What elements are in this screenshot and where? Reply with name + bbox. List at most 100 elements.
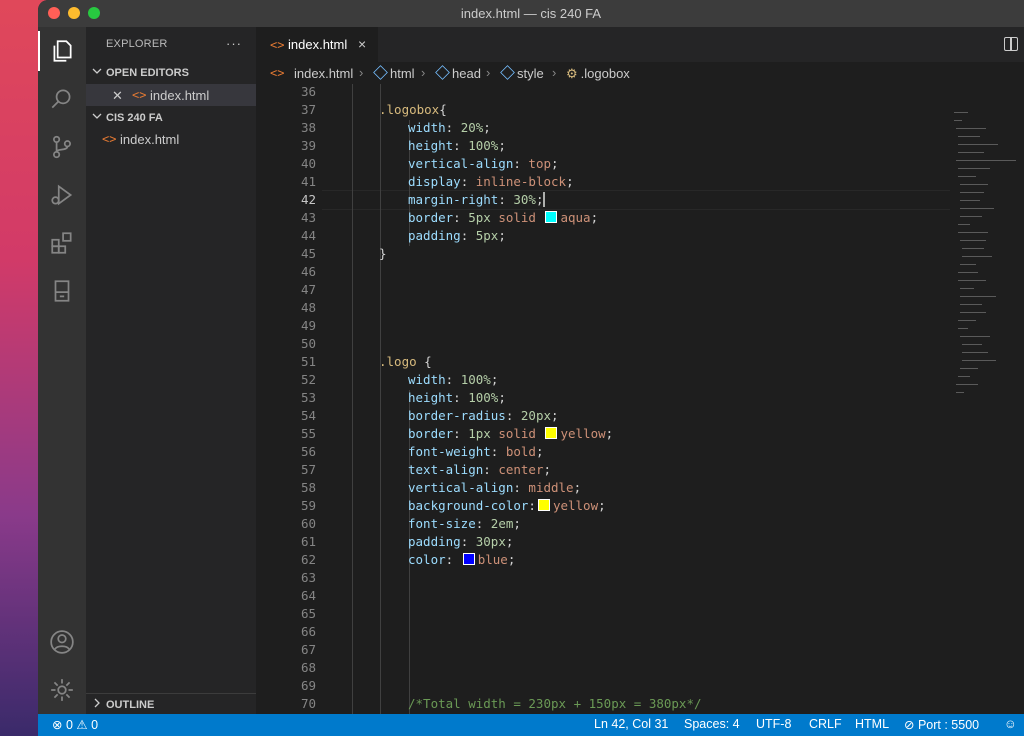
text-cursor (543, 192, 545, 207)
language-mode[interactable]: HTML (855, 717, 889, 731)
search-activity[interactable] (38, 79, 86, 119)
line-number: 55 (300, 426, 316, 441)
indentation-setting[interactable]: Spaces: 4 (684, 717, 740, 731)
eol-setting[interactable]: CRLF (809, 717, 842, 731)
line-number: 62 (300, 552, 316, 567)
remote-explorer-icon (54, 280, 70, 302)
code-line: width: 20%; (408, 120, 491, 135)
live-server-port[interactable]: ⊘ Port : 5500 (904, 717, 979, 732)
open-editors-section[interactable]: OPEN EDITORS (86, 62, 256, 84)
vscode-window: index.html — cis 240 FA EXPLORER ··· OPE… (38, 0, 1024, 736)
minimap-line (958, 272, 978, 273)
minimap-line (954, 112, 968, 113)
minimap-line (962, 352, 988, 353)
minimap-line (960, 336, 990, 337)
run-debug-activity[interactable] (38, 175, 86, 215)
line-number: 49 (300, 318, 316, 333)
minimap-line (954, 120, 962, 121)
line-number: 63 (300, 570, 316, 585)
minimap[interactable] (952, 84, 1024, 714)
tab-index-html[interactable]: <> index.html × (256, 27, 378, 62)
minimap-line (958, 136, 980, 137)
line-number: 46 (300, 264, 316, 279)
code-line: vertical-align: top; (408, 156, 559, 171)
more-actions-icon[interactable]: ··· (226, 36, 242, 51)
folder-label: CIS 240 FA (106, 112, 163, 124)
close-icon[interactable]: × (358, 36, 366, 52)
code-line: margin-right: 30%; (408, 192, 545, 207)
line-number: 45 (300, 246, 316, 261)
extensions-icon (51, 232, 72, 254)
minimap-line (958, 328, 968, 329)
breadcrumb: <> index.html › html › head › style › ⚙.… (256, 62, 1024, 84)
color-swatch[interactable] (545, 211, 558, 223)
folder-file-item[interactable]: <> index.html (86, 128, 256, 150)
tab-bar: <> index.html × (256, 27, 1024, 62)
code-line: height: 100%; (408, 390, 506, 405)
breadcrumb-style[interactable]: style (500, 65, 544, 81)
minimap-line (960, 296, 996, 297)
folder-section[interactable]: CIS 240 FA (86, 107, 256, 129)
status-bar: ⊗ 0 ⚠ 0 Ln 42, Col 31 Spaces: 4 UTF-8 CR… (38, 714, 1024, 736)
window-title: index.html — cis 240 FA (460, 6, 602, 21)
line-number: 70 (300, 696, 316, 711)
split-editor-icon[interactable] (1004, 37, 1018, 51)
problems-indicator[interactable]: ⊗ 0 ⚠ 0 (52, 717, 98, 732)
line-number: 37 (300, 102, 316, 117)
line-number: 53 (300, 390, 316, 405)
code-line: display: inline-block; (408, 174, 574, 189)
code-line: padding: 30px; (408, 534, 514, 549)
source-control-activity[interactable] (38, 127, 86, 167)
activity-bar (38, 27, 86, 714)
line-number: 43 (300, 210, 316, 225)
minimap-line (962, 360, 996, 361)
element-icon (500, 65, 515, 80)
explorer-sidebar: EXPLORER ··· OPEN EDITORS ✕ <> index.htm… (86, 27, 256, 714)
breadcrumb-selector[interactable]: ⚙ .logobox (566, 66, 630, 82)
minimap-line (958, 280, 986, 281)
line-number: 64 (300, 588, 316, 603)
line-number: 52 (300, 372, 316, 387)
minimap-line (956, 384, 978, 385)
color-swatch[interactable] (537, 499, 550, 511)
minimap-line (960, 184, 988, 185)
accounts-activity[interactable] (38, 622, 86, 662)
minimap-line (960, 208, 994, 209)
encoding-setting[interactable]: UTF-8 (756, 717, 791, 731)
breadcrumb-html[interactable]: html (373, 65, 415, 81)
open-editors-label: OPEN EDITORS (106, 67, 189, 79)
color-swatch[interactable] (545, 427, 558, 439)
search-icon (51, 89, 71, 109)
remote-explorer-activity[interactable] (38, 271, 86, 311)
source-control-icon (53, 135, 71, 159)
minimap-line (958, 224, 970, 225)
cursor-position[interactable]: Ln 42, Col 31 (594, 717, 668, 731)
line-number: 39 (300, 138, 316, 153)
open-editor-item[interactable]: ✕ <> index.html (86, 84, 256, 106)
title-bar: index.html — cis 240 FA (38, 0, 1024, 27)
minimap-line (956, 160, 1016, 161)
breadcrumb-file[interactable]: index.html (294, 66, 353, 81)
element-icon (373, 65, 388, 80)
code-line: background-color: yellow; (408, 498, 606, 513)
minimap-line (958, 232, 988, 233)
code-editor[interactable]: 36 37 .logobox{38 width: 20%; 39 height: 100%… (256, 84, 956, 714)
line-number: 69 (300, 678, 316, 693)
warning-icon: ⚠ (76, 718, 88, 732)
minimap-line (960, 264, 976, 265)
minimap-line (958, 320, 976, 321)
error-icon: ⊗ (52, 718, 63, 732)
outline-section[interactable]: OUTLINE (86, 693, 256, 716)
manage-activity[interactable] (38, 670, 86, 710)
minimap-line (960, 304, 982, 305)
extensions-activity[interactable] (38, 223, 86, 263)
feedback-icon[interactable]: ☺ (1004, 717, 1017, 731)
explorer-activity[interactable] (38, 31, 86, 71)
color-swatch[interactable] (462, 553, 475, 565)
close-icon[interactable]: ✕ (112, 88, 123, 104)
code-line: padding: 5px; (408, 228, 506, 243)
line-number: 61 (300, 534, 316, 549)
port-icon: ⊘ (904, 718, 915, 732)
breadcrumb-head[interactable]: head (435, 65, 481, 81)
chevron-right-icon: › (486, 65, 491, 80)
